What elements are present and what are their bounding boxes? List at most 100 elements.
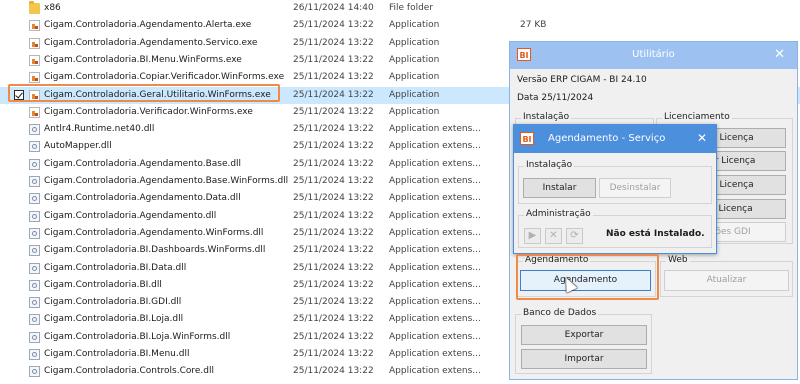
- file-date: 25/11/2024 13:22: [293, 262, 374, 273]
- web-group-label: Web: [666, 255, 690, 265]
- file-type: Application: [389, 106, 440, 117]
- file-name: Cigam.Controladoria.BI.dll: [44, 279, 162, 290]
- banco-de-dados-group-label: Banco de Dados: [521, 308, 599, 318]
- file-date: 25/11/2024 13:22: [293, 227, 374, 238]
- exportar-button[interactable]: Exportar: [521, 325, 647, 345]
- file-date: 25/11/2024 13:22: [293, 349, 374, 359]
- exe-icon: [29, 72, 40, 84]
- file-type: Application extens...: [389, 141, 481, 152]
- file-type: Application extens...: [389, 193, 481, 204]
- file-name: Antlr4.Runtime.net40.dll: [44, 124, 155, 135]
- close-icon[interactable]: ✕: [774, 47, 785, 62]
- dll-icon: [29, 366, 40, 378]
- file-size: 27 KB: [520, 20, 547, 31]
- file-name: Cigam.Controladoria.BI.Loja.WinForms.dll: [44, 331, 231, 342]
- file-date: 25/11/2024 13:22: [293, 366, 374, 377]
- file-type: Application extens...: [389, 176, 481, 186]
- file-type: Application: [389, 20, 440, 31]
- instalar-button[interactable]: Instalar: [523, 178, 596, 198]
- desinstalar-button[interactable]: Desinstalar: [599, 178, 671, 198]
- file-type: Application extens...: [389, 210, 481, 221]
- file-type: Application extens...: [389, 124, 481, 135]
- version-text: Versão ERP CIGAM - BI 24.10: [517, 75, 647, 85]
- dll-icon: [29, 193, 40, 205]
- file-date: 26/11/2024 14:40: [293, 3, 374, 13]
- importar-button[interactable]: Importar: [521, 349, 647, 369]
- file-row[interactable]: Cigam.Controladoria.Agendamento.Alerta.e…: [0, 17, 800, 34]
- agendamento-servico-dialog: BI Agendamento - Serviço ✕ Instalação In…: [513, 124, 717, 254]
- stop-icon[interactable]: ✕: [545, 228, 562, 244]
- file-date: 25/11/2024 13:22: [293, 176, 374, 186]
- file-type: Application extens...: [389, 331, 481, 342]
- refresh-icon[interactable]: ⟳: [566, 228, 583, 244]
- dll-icon: [29, 314, 40, 326]
- file-date: 25/11/2024 13:22: [293, 89, 374, 100]
- file-name: Cigam.Controladoria.BI.GDI.dll: [44, 297, 182, 308]
- file-date: 25/11/2024 13:22: [293, 20, 374, 31]
- atualizar-button[interactable]: Atualizar: [664, 270, 789, 291]
- exe-icon: [29, 20, 40, 32]
- file-row[interactable]: x86 26/11/2024 14:40 File folder: [0, 0, 800, 17]
- file-date: 25/11/2024 13:22: [293, 193, 374, 204]
- file-name: Cigam.Controladoria.BI.Data.dll: [44, 262, 187, 273]
- file-date: 25/11/2024 13:22: [293, 37, 374, 48]
- play-icon[interactable]: ▶: [524, 228, 541, 244]
- dll-icon: [29, 176, 40, 187]
- file-name: Cigam.Controladoria.Agendamento.Base.Win…: [44, 176, 289, 186]
- file-date: 25/11/2024 13:22: [293, 72, 374, 83]
- file-type: Application extens...: [389, 297, 481, 308]
- file-name: Cigam.Controladoria.BI.Menu.WinForms.exe: [44, 54, 242, 65]
- folder-icon: [29, 1, 40, 14]
- file-type: Application extens...: [389, 314, 481, 325]
- utilitario-titlebar[interactable]: BI Utilitário ✕: [510, 42, 797, 69]
- servico-titlebar[interactable]: BI Agendamento - Serviço ✕: [514, 125, 716, 153]
- dll-icon: [29, 245, 40, 257]
- service-status-text: Não está Instalado.: [606, 229, 705, 239]
- servico-instalacao-label: Instalação: [524, 160, 575, 170]
- file-type: Application: [389, 54, 440, 65]
- dialog-title: Agendamento - Serviço: [548, 133, 666, 144]
- dll-icon: [29, 141, 40, 153]
- file-type: Application extens...: [389, 349, 481, 359]
- web-group: Web Atualizar: [660, 255, 793, 297]
- banco-de-dados-group: Banco de Dados Exportar Importar: [515, 308, 652, 374]
- file-name: Cigam.Controladoria.Agendamento.dll: [44, 210, 217, 221]
- file-type: Application extens...: [389, 158, 481, 169]
- dll-icon: [29, 262, 40, 274]
- file-type: Application extens...: [389, 279, 481, 290]
- file-date: 25/11/2024 13:22: [293, 106, 374, 117]
- date-text: Data 25/11/2024: [517, 93, 594, 103]
- file-date: 25/11/2024 13:22: [293, 279, 374, 290]
- file-type: Application extens...: [389, 262, 481, 273]
- file-name: Cigam.Controladoria.Agendamento.WinForms…: [44, 227, 264, 238]
- file-type: File folder: [389, 3, 434, 13]
- file-date: 25/11/2024 13:22: [293, 124, 374, 135]
- file-name: Cigam.Controladoria.Agendamento.Alerta.e…: [44, 20, 252, 31]
- licenciamento-group-label: Licenciamento: [662, 112, 732, 122]
- exe-icon: [29, 106, 40, 118]
- file-name: AutoMapper.dll: [44, 141, 112, 152]
- file-name: Cigam.Controladoria.BI.Dashboards.WinFor…: [44, 245, 266, 256]
- file-type: Application: [389, 72, 440, 83]
- file-date: 25/11/2024 13:22: [293, 297, 374, 308]
- highlight-agendamento: [516, 254, 659, 300]
- exe-icon: [29, 37, 40, 49]
- file-date: 25/11/2024 13:22: [293, 314, 374, 325]
- file-date: 25/11/2024 13:22: [293, 158, 374, 169]
- servico-instalacao-group: Instalação Instalar Desinstalar: [518, 160, 712, 204]
- instalacao-group-label: Instalação: [521, 112, 572, 122]
- file-name: Cigam.Controladoria.Verificador.WinForms…: [44, 106, 253, 117]
- file-type: Application extens...: [389, 245, 481, 256]
- file-name: Cigam.Controladoria.Agendamento.Data.dll: [44, 193, 241, 204]
- file-type: Application: [389, 89, 440, 100]
- file-name: Cigam.Controladoria.BI.Menu.dll: [44, 349, 190, 359]
- dll-icon: [29, 210, 40, 222]
- highlight-selected-file: [8, 84, 280, 102]
- file-name: Cigam.Controladoria.Controls.Core.dll: [44, 366, 214, 377]
- file-date: 25/11/2024 13:22: [293, 210, 374, 221]
- file-date: 25/11/2024 13:22: [293, 331, 374, 342]
- exe-icon: [29, 54, 40, 66]
- dll-icon: [29, 297, 40, 309]
- dll-icon: [29, 279, 40, 291]
- close-icon[interactable]: ✕: [697, 131, 707, 145]
